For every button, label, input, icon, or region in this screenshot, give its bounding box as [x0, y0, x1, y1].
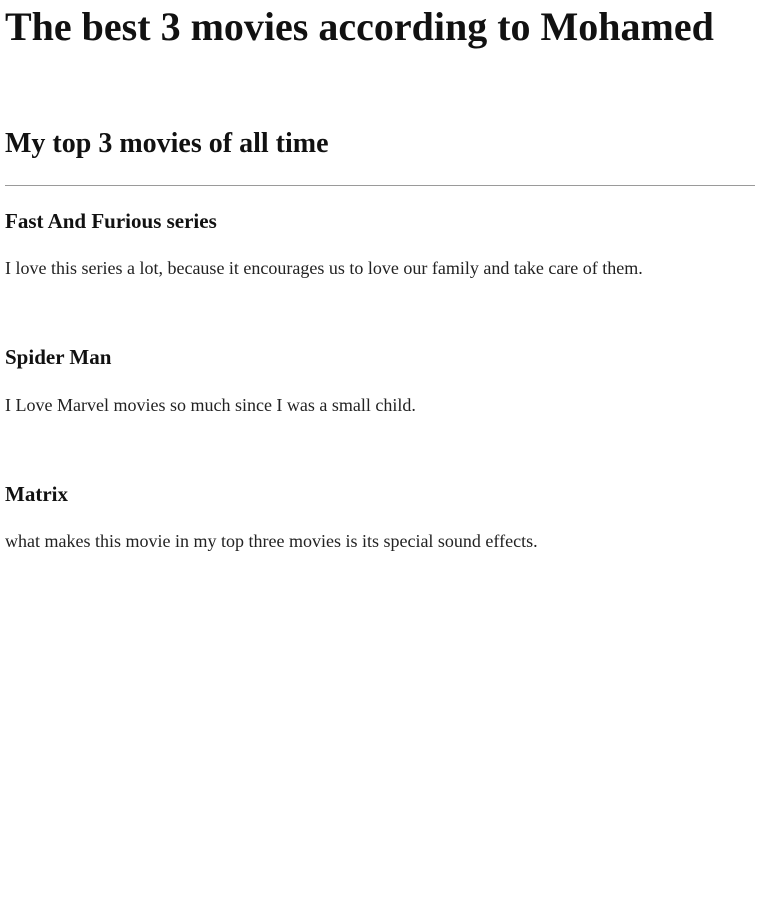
page-title: The best 3 movies according to Mohamed — [5, 4, 714, 49]
movie-description: what makes this movie in my top three mo… — [5, 531, 538, 552]
divider — [5, 184, 755, 186]
movie-title: Fast And Furious series — [5, 208, 217, 233]
movie-description: I love this series a lot, because it enc… — [5, 257, 643, 278]
movie-item-spider-man: Spider Man I Love Marvel movies so much … — [5, 345, 756, 416]
section-title: My top 3 movies of all time — [5, 128, 329, 159]
movie-item-fast-and-furious: Fast And Furious series I love this seri… — [5, 209, 756, 280]
page-container: The best 3 movies according to Mohamed M… — [0, 0, 761, 553]
movie-description: I Love Marvel movies so much since I was… — [5, 394, 416, 415]
movie-title: Spider Man — [5, 345, 112, 370]
movie-item-matrix: Matrix what makes this movie in my top t… — [5, 482, 756, 553]
movie-title: Matrix — [5, 482, 68, 507]
